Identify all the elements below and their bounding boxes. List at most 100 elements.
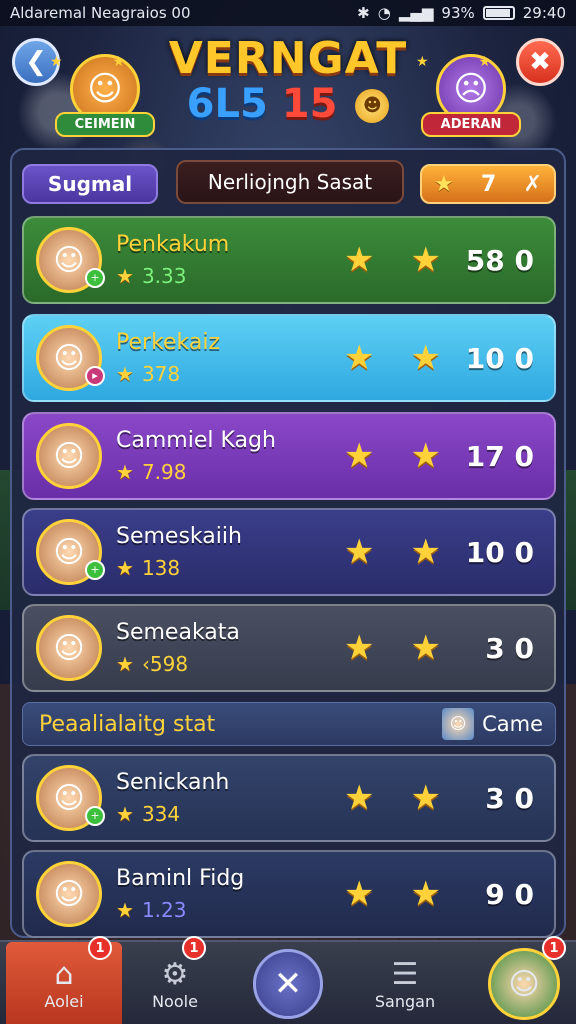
rating-stars: ★★ [344,628,477,668]
tab-nerliojngh-sasat[interactable]: Nerliojngh Sasat [176,160,404,204]
game-label: Came [482,712,543,736]
nav-noole[interactable]: ⚙ Noole 1 [120,936,230,1024]
score-left: 6L5 [186,81,268,127]
player-score: 378 [141,362,181,386]
rating-stars: ★★ [344,874,477,914]
avatar: ☺ + [36,765,105,831]
plus-badge-icon: + [85,806,105,826]
notification-badge: 1 [182,936,206,960]
crossed-swords-icon: ✗ [523,171,542,197]
bluetooth-icon: ✱ [357,4,370,22]
player-name: Penkakum [116,232,230,257]
wifi-icon: ◔ [377,4,391,22]
player-score: ‹598 [141,652,189,676]
avatar: ☺ + [36,519,105,585]
nav-sangan[interactable]: ☰ Sangan [350,942,460,1024]
player-name: Semeskaiih [116,524,242,549]
tab-sugmal[interactable]: Sugmal [22,164,158,204]
player-points: 58 0 [465,244,534,277]
player-name: Semeakata [116,620,240,645]
rating-stars: ★★ [344,436,477,476]
battery-percent: 93% [441,4,475,22]
star-icon: ★ [116,556,134,580]
leaderboard-row[interactable]: ☺ Semeakata ★ ‹598 ★★ 3 0 [22,604,556,692]
game-thumbnail-icon: ☺ [442,708,475,740]
crossed-bats-icon: ✕ [253,949,323,1019]
play-badge-icon: ▸ [85,366,105,386]
player-score: 334 [141,802,181,826]
plus-badge-icon: + [85,268,105,288]
star-icon: ★ [116,460,134,484]
home-icon: ⌂ [54,957,74,992]
bottom-nav: ⌂ Aolei 1 ⚙ Noole 1 ✕ ☰ Sangan ☺ 1 [0,936,576,1024]
player-score: 138 [141,556,181,580]
close-button[interactable]: ✖ [516,38,564,86]
rating-stars: ★★ [344,778,477,818]
nav-play[interactable]: ✕ [250,942,326,1024]
leaderboard-row[interactable]: ☺ + Senickanh ★ 334 ★★ 3 0 [22,754,556,842]
clock: 29:40 [522,4,566,22]
status-bar: Aldaremal Neagraios 00 ✱ ◔ ▂▄▆ 93% 29:40 [0,0,576,26]
nav-noole-label: Noole [152,992,198,1011]
player-name: Senickanh [116,770,230,795]
player-name: Cammiel Kagh [116,428,276,453]
section-header: Peaalialaitg stat ☺ Came [22,702,556,746]
avatar: ☺ ▸ [36,325,105,391]
team-right-stars: ★★ [416,54,542,70]
score-right: 15 [281,81,338,127]
menu-icon: ☰ [391,957,419,992]
team-right-label: ADERAN [421,112,521,137]
notification-badge: 1 [542,936,566,960]
player-points: 3 0 [485,632,534,665]
nav-profile[interactable]: ☺ 1 [476,936,572,1024]
close-icon: ✖ [529,47,551,77]
leaderboard-row[interactable]: ☺ ▸ Perkekaiz ★ 378 ★★ 10 0 [22,314,556,402]
star-icon: ★ [116,362,134,386]
avatar: ☺ [36,861,102,927]
player-points: 10 0 [465,342,534,375]
rating-stars: ★★ [344,240,477,280]
avatar: ☺ [36,615,102,681]
leaderboard-row[interactable]: ☺ + Semeskaiih ★ 138 ★★ 10 0 [22,508,556,596]
star-count: 7 [480,171,497,197]
tab-star-count[interactable]: ★ 7 ✗ [420,164,556,204]
tab-bar: Sugmal Nerliojngh Sasat ★ 7 ✗ [22,160,556,204]
player-name: Perkekaiz [116,330,221,355]
star-icon: ★ [116,264,134,288]
nav-home[interactable]: ⌂ Aolei 1 [6,936,122,1024]
player-score: 3.33 [141,264,187,288]
battery-icon [482,6,515,20]
leaderboard-panel: Sugmal Nerliojngh Sasat ★ 7 ✗ ☺ + Penkaku… [10,148,566,938]
rating-stars: ★★ [344,338,477,378]
leaderboard-row[interactable]: ☺ Cammiel Kagh ★ 7.98 ★★ 17 0 [22,412,556,500]
coin-icon: ☻ [355,89,390,123]
nav-home-label: Aolei [44,992,84,1011]
gear-icon: ⚙ [161,957,189,992]
signal-icon: ▂▄▆ [398,4,434,22]
nav-sangan-label: Sangan [374,992,436,1011]
player-points: 3 0 [485,782,534,815]
player-points: 10 0 [465,536,534,569]
header: ❮ ★★ ☺ CEIMEIN VERNGAT 6L5 15 ☻ ★★ ☹ ADE… [0,28,576,154]
team-right-emblem: ★★ ☹ ADERAN [416,54,526,154]
status-icons: ✱ ◔ ▂▄▆ 93% 29:40 [357,4,566,22]
leaderboard-row[interactable]: ☺ + Penkakum ★ 3.33 ★★ 58 0 [22,216,556,304]
star-icon: ★ [116,652,134,676]
star-icon: ★ [116,898,134,922]
section-title: Peaalialaitg stat [39,711,216,737]
avatar: ☺ [36,423,102,489]
player-points: 17 0 [465,440,534,473]
player-name: Baminl Fidg [116,866,245,891]
rating-stars: ★★ [344,532,477,572]
notification-badge: 1 [88,936,112,960]
carrier-text: Aldaremal Neagraios 00 [10,4,191,22]
plus-badge-icon: + [85,560,105,580]
player-score: 7.98 [141,460,187,484]
leaderboard-row[interactable]: ☺ Baminl Fidg ★ 1.23 ★★ 9 0 [22,850,556,938]
player-score: 1.23 [141,898,187,922]
game-button[interactable]: ☺ Came [442,708,543,740]
star-icon: ★ [434,171,454,197]
star-icon: ★ [116,802,134,826]
player-points: 9 0 [485,878,534,911]
avatar: ☺ + [36,227,105,293]
